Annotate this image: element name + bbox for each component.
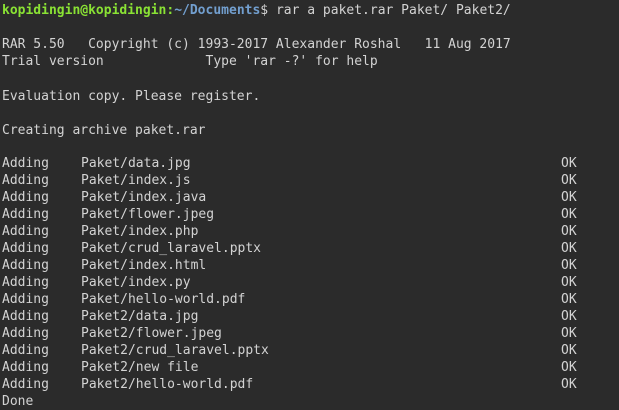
list-item: Adding Paket/hello-world.pdf OK (2, 291, 602, 308)
list-item: Adding Paket/data.jpg OK (2, 155, 602, 172)
entry-file: Paket/index.py (81, 275, 191, 290)
entry-status: OK (561, 377, 577, 392)
entry-status: OK (561, 292, 577, 307)
entry-action: Adding (2, 156, 49, 171)
entry-file: Paket/hello-world.pdf (81, 292, 246, 307)
list-item: Adding Paket/index.java OK (2, 189, 602, 206)
entry-action: Adding (2, 258, 49, 273)
command-text: rar a paket.rar Paket/ Paket2/ (268, 3, 511, 18)
entry-status: OK (561, 173, 577, 188)
entry-action: Adding (2, 224, 49, 239)
entry-file: Paket/flower.jpeg (81, 207, 215, 222)
prompt-dollar: $ (260, 3, 269, 18)
entry-status: OK (561, 343, 577, 358)
creating-archive-line: Creating archive paket.rar (2, 123, 206, 138)
trial-line: Trial version Type 'rar -?' for help (2, 54, 378, 69)
entry-file: Paket/crud_laravel.pptx (81, 241, 262, 256)
list-item: Adding Paket/crud_laravel.pptx OK (2, 240, 602, 257)
entry-action: Adding (2, 207, 49, 222)
prompt-user-host: kopidingin@kopidingin (2, 3, 167, 18)
entry-action: Adding (2, 360, 49, 375)
entry-action: Adding (2, 292, 49, 307)
list-item: Adding Paket2/hello-world.pdf OK (2, 376, 602, 393)
list-item: Adding Paket2/new file OK (2, 359, 602, 376)
entry-action: Adding (2, 241, 49, 256)
entry-status: OK (561, 258, 577, 273)
done-line: Done (2, 394, 34, 409)
list-item: Adding Paket2/flower.jpeg OK (2, 325, 602, 342)
list-item: Adding Paket2/crud_laravel.pptx OK (2, 342, 602, 359)
entry-file: Paket2/flower.jpeg (81, 326, 222, 341)
entry-status: OK (561, 241, 577, 256)
entry-file: Paket2/data.jpg (81, 309, 199, 324)
list-item: Adding Paket/index.js OK (2, 172, 602, 189)
entry-file: Paket2/new file (81, 360, 199, 375)
entry-file: Paket2/crud_laravel.pptx (81, 343, 269, 358)
entry-file: Paket/index.html (81, 258, 207, 273)
list-item: Adding Paket/index.php OK (2, 223, 602, 240)
list-item: Adding Paket2/data.jpg OK (2, 308, 602, 325)
entry-status: OK (561, 207, 577, 222)
entry-status: OK (561, 224, 577, 239)
list-item: Adding Paket/index.py OK (2, 274, 602, 291)
entry-status: OK (561, 275, 577, 290)
entry-file: Paket/data.jpg (81, 156, 191, 171)
terminal-window[interactable]: kopidingin@kopidingin:~/Documents$ rar a… (0, 0, 619, 410)
entry-file: Paket/index.php (81, 224, 199, 239)
entry-status: OK (561, 309, 577, 324)
copyright-line: RAR 5.50 Copyright (c) 1993-2017 Alexand… (2, 37, 511, 52)
entry-file: Paket/index.js (81, 173, 191, 188)
list-item: Adding Paket/index.html OK (2, 257, 602, 274)
entry-file: Paket2/hello-world.pdf (81, 377, 254, 392)
entry-action: Adding (2, 275, 49, 290)
evaluation-line: Evaluation copy. Please register. (2, 89, 261, 104)
entry-action: Adding (2, 343, 49, 358)
entry-status: OK (561, 326, 577, 341)
entry-action: Adding (2, 173, 49, 188)
entry-action: Adding (2, 377, 49, 392)
entry-action: Adding (2, 309, 49, 324)
list-item: Adding Paket/flower.jpeg OK (2, 206, 602, 223)
command-prompt-line: kopidingin@kopidingin:~/Documents$ rar a… (2, 2, 511, 19)
entry-file: Paket/index.java (81, 190, 207, 205)
prompt-path: ~/Documents (174, 3, 261, 18)
entry-action: Adding (2, 190, 49, 205)
entry-status: OK (561, 190, 577, 205)
entry-status: OK (561, 360, 577, 375)
entry-status: OK (561, 156, 577, 171)
entry-action: Adding (2, 326, 49, 341)
